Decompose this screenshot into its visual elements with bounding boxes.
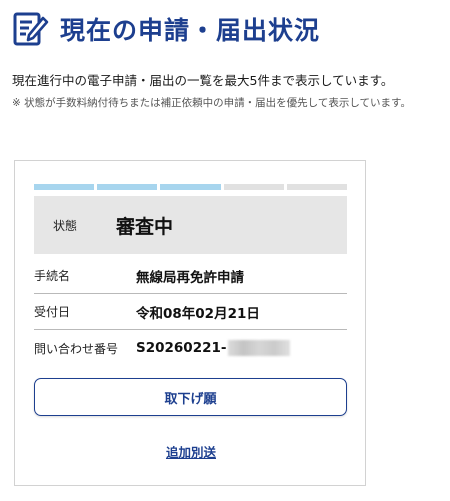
intro-description: 現在進行中の電子申請・届出の一覧を最大5件まで表示しています。 (12, 73, 394, 88)
add-separate-shipment-link[interactable]: 追加別送 (166, 445, 216, 460)
progress-step (97, 184, 158, 190)
progress-bar (34, 184, 348, 190)
withdraw-button[interactable]: 取下げ願 (34, 378, 347, 416)
page-header: 現在の申請・届出状況 (12, 10, 320, 48)
detail-label: 問い合わせ番号 (34, 341, 119, 356)
progress-step (34, 184, 95, 190)
detail-row-procedure: 手続名 無線局再免許申請 (34, 258, 347, 294)
progress-step (286, 184, 348, 190)
progress-step (223, 184, 284, 190)
status-value: 審査中 (116, 215, 174, 238)
intro-note: ※ 状態が手数料納付待ちまたは補正依頼中の申請・届出を優先して表示しています。 (12, 97, 411, 109)
redacted-area (228, 340, 291, 356)
status-label: 状態 (53, 218, 78, 233)
application-card: 状態 審査中 手続名 無線局再免許申請 受付日 令和08年02月21日 問い合わ… (14, 160, 366, 486)
detail-row-inquiry-number: 問い合わせ番号 S20260221- (34, 330, 347, 366)
page-title: 現在の申請・届出状況 (60, 16, 321, 45)
status-panel: 状態 審査中 (34, 196, 347, 254)
add-separate-shipment: 追加別送 (15, 442, 367, 461)
detail-row-received-date: 受付日 令和08年02月21日 (34, 294, 347, 330)
progress-step (160, 184, 221, 190)
inquiry-number: S20260221- (136, 340, 227, 356)
detail-label: 手続名 (34, 269, 71, 283)
detail-value: 令和08年02月21日 (136, 305, 260, 322)
document-pencil-icon (13, 12, 49, 46)
detail-value: S20260221- (136, 340, 291, 356)
detail-label: 受付日 (34, 305, 71, 319)
detail-value: 無線局再免許申請 (136, 269, 244, 286)
